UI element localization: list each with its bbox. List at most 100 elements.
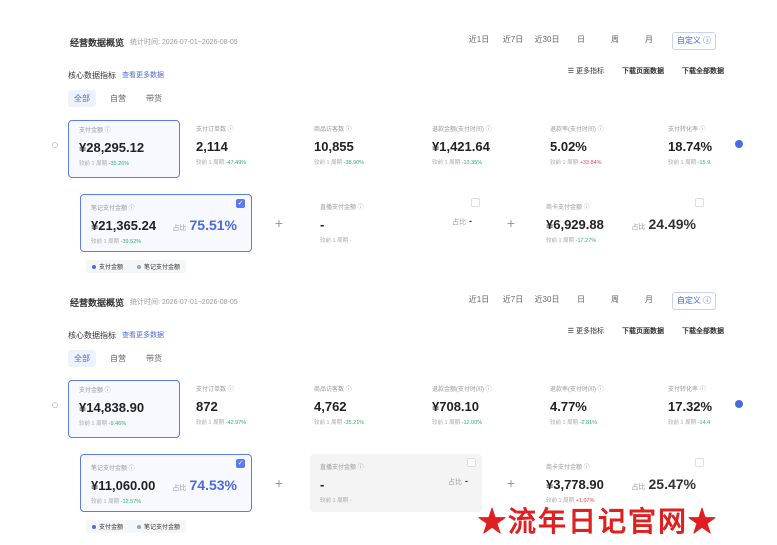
action-buttons: ☰ 更多指标 下载页面数据 下载全部数据 bbox=[568, 326, 724, 336]
core-metrics-header: 核心数据指标 查看更多数据 ☰ 更多指标 下载页面数据 下载全部数据 bbox=[68, 66, 738, 84]
more-data-link[interactable]: 查看更多数据 bbox=[122, 70, 164, 80]
metric-delta: +33.84% bbox=[579, 160, 602, 166]
sub-metric-label: 直播支付金额 ⓘ bbox=[320, 205, 364, 211]
sub-metric-card[interactable]: 商卡支付金额 ⓘ ¥6,929.88 较前 1 周期 -17.27% 占比 24… bbox=[536, 194, 710, 252]
metric-card[interactable]: 退款金额(支付时间) ⓘ ¥708.10 较前 1 周期 -12.00% bbox=[422, 380, 534, 438]
checkbox-empty-icon[interactable] bbox=[695, 198, 704, 207]
chart-legend: 支付金额 笔记支付金额 bbox=[86, 260, 187, 273]
metric-compare: 较前 1 周期 -2.81% bbox=[550, 420, 598, 426]
share-label: 占比 bbox=[631, 484, 646, 491]
metric-label: 退款金额(支付时间) ⓘ bbox=[432, 127, 492, 133]
metric-card[interactable]: 退款率(支付时间) ⓘ 5.02% 较前 1 周期 +33.84% bbox=[540, 120, 652, 178]
chart-legend: 支付金额 笔记支付金额 bbox=[86, 520, 187, 533]
metric-delta: -12.00% bbox=[461, 420, 483, 426]
channel-tabs: 全部 自营 带货 bbox=[68, 90, 168, 107]
metric-value: 17.32% bbox=[668, 399, 713, 414]
metric-card[interactable]: 支付转化率 ⓘ 18.74% 较前 1 周期 -15.9 bbox=[658, 120, 734, 178]
download-all-button[interactable]: 下载全部数据 bbox=[682, 326, 724, 336]
range-custom-button[interactable]: 自定义 ⓘ bbox=[672, 32, 716, 50]
metric-card[interactable]: 支付金额 ⓘ ¥14,838.90 较前 1 周期 -9.46% bbox=[68, 380, 180, 438]
sub-metric-card[interactable]: 笔记支付金额 ⓘ ¥21,365.24 较前 1 周期 -39.52% 占比 7… bbox=[80, 194, 252, 252]
scroll-left-icon[interactable] bbox=[52, 142, 58, 148]
range-week-button[interactable]: 周 bbox=[598, 292, 632, 310]
more-metrics-button[interactable]: ☰ 更多指标 bbox=[568, 326, 604, 336]
legend-item[interactable]: 笔记支付金额 bbox=[137, 262, 180, 271]
tab-all[interactable]: 全部 bbox=[68, 90, 96, 107]
range-7d-button[interactable]: 近7日 bbox=[496, 292, 530, 310]
metric-label: 支付转化率 ⓘ bbox=[668, 387, 706, 393]
sub-metric-card[interactable]: 笔记支付金额 ⓘ ¥11,060.00 较前 1 周期 -12.57% 占比 7… bbox=[80, 454, 252, 512]
metric-compare: 较前 1 周期 -38.90% bbox=[314, 160, 365, 166]
overview-panel-1: 经营数据概览 统计时间: 2026-07-01~2026-08-05 近1日 近… bbox=[52, 24, 743, 273]
range-30d-button[interactable]: 近30日 bbox=[530, 32, 564, 50]
range-day-button[interactable]: 日 bbox=[564, 32, 598, 50]
metric-card[interactable]: 商品访客数 ⓘ 10,855 较前 1 周期 -38.90% bbox=[304, 120, 416, 178]
more-metrics-button[interactable]: ☰ 更多指标 bbox=[568, 66, 604, 76]
overview-header: 经营数据概览 统计时间: 2026-07-01~2026-08-05 近1日 近… bbox=[70, 292, 738, 312]
range-month-button[interactable]: 月 bbox=[632, 32, 666, 50]
scroll-left-icon[interactable] bbox=[52, 402, 58, 408]
range-week-button[interactable]: 周 bbox=[598, 32, 632, 50]
metric-delta: -2.81% bbox=[579, 420, 598, 426]
legend-dot-icon bbox=[92, 264, 96, 269]
metric-delta: -13.35% bbox=[461, 160, 483, 166]
metric-value: ¥708.10 bbox=[432, 399, 479, 414]
metric-card[interactable]: 退款率(支付时间) ⓘ 4.77% 较前 1 周期 -2.81% bbox=[540, 380, 652, 438]
legend-dot-icon bbox=[137, 524, 142, 529]
checkbox-empty-icon[interactable] bbox=[467, 458, 476, 467]
page-title: 经营数据概览 bbox=[70, 37, 125, 48]
plus-icon: + bbox=[274, 475, 284, 491]
sub-metric-card[interactable]: 直播支付金额 ⓘ - 较前 1 周期 - 占比 - bbox=[310, 454, 482, 512]
metric-delta: -42.97% bbox=[225, 420, 247, 426]
scroll-right-icon[interactable] bbox=[735, 400, 743, 408]
tab-self[interactable]: 自营 bbox=[104, 350, 132, 367]
metric-card[interactable]: 退款金额(支付时间) ⓘ ¥1,421.64 较前 1 周期 -13.35% bbox=[422, 120, 534, 178]
metric-delta: -35.21% bbox=[343, 420, 365, 426]
tab-self[interactable]: 自营 bbox=[104, 90, 132, 107]
metric-card[interactable]: 商品访客数 ⓘ 4,762 较前 1 周期 -35.21% bbox=[304, 380, 416, 438]
metric-value: 18.74% bbox=[668, 139, 713, 154]
more-data-link[interactable]: 查看更多数据 bbox=[122, 330, 164, 340]
metric-card[interactable]: 支付订单数 ⓘ 872 较前 1 周期 -42.97% bbox=[186, 380, 298, 438]
download-page-button[interactable]: 下载页面数据 bbox=[622, 66, 664, 76]
legend-item[interactable]: 笔记支付金额 bbox=[137, 522, 180, 531]
metric-value: 2,114 bbox=[196, 139, 228, 154]
legend-dot-icon bbox=[92, 524, 96, 529]
range-7d-button[interactable]: 近7日 bbox=[496, 32, 530, 50]
sub-metric-card[interactable]: 直播支付金额 ⓘ - 较前 1 周期 - 占比 - bbox=[310, 194, 486, 252]
range-1d-button[interactable]: 近1日 bbox=[462, 32, 496, 50]
checkbox-empty-icon[interactable] bbox=[471, 198, 480, 207]
download-page-button[interactable]: 下载页面数据 bbox=[622, 326, 664, 336]
legend-item[interactable]: 支付金额 bbox=[92, 522, 123, 531]
checkbox-checked-icon[interactable]: ✓ bbox=[236, 199, 245, 208]
metric-compare: 较前 1 周期 -42.97% bbox=[196, 420, 247, 426]
checkbox-empty-icon[interactable] bbox=[695, 458, 704, 467]
metric-label: 退款率(支付时间) ⓘ bbox=[550, 387, 604, 393]
metric-card[interactable]: 支付转化率 ⓘ 17.32% 较前 1 周期 -14.4 bbox=[658, 380, 734, 438]
metric-card[interactable]: 支付订单数 ⓘ 2,114 较前 1 周期 -47.49% bbox=[186, 120, 298, 178]
share-value: 24.49% bbox=[648, 216, 696, 232]
metric-label: 支付金额 ⓘ bbox=[79, 388, 111, 394]
range-custom-button[interactable]: 自定义 ⓘ bbox=[672, 292, 716, 310]
range-1d-button[interactable]: 近1日 bbox=[462, 292, 496, 310]
share-label: 占比 bbox=[452, 219, 466, 226]
range-30d-button[interactable]: 近30日 bbox=[530, 292, 564, 310]
download-all-button[interactable]: 下载全部数据 bbox=[682, 66, 724, 76]
section-title: 核心数据指标 bbox=[68, 70, 116, 80]
share-label: 占比 bbox=[172, 485, 187, 492]
tab-all[interactable]: 全部 bbox=[68, 350, 96, 367]
metric-label: 支付订单数 ⓘ bbox=[196, 387, 234, 393]
tab-affiliate[interactable]: 带货 bbox=[140, 90, 168, 107]
metric-card[interactable]: 支付金额 ⓘ ¥28,295.12 较前 1 周期 -35.26% bbox=[68, 120, 180, 178]
range-day-button[interactable]: 日 bbox=[564, 292, 598, 310]
sub-metric-compare: 较前 1 周期 -39.52% bbox=[91, 239, 142, 245]
metric-value: ¥1,421.64 bbox=[432, 139, 490, 154]
metric-label: 退款金额(支付时间) ⓘ bbox=[432, 387, 492, 393]
metric-delta: -38.90% bbox=[343, 160, 365, 166]
legend-item[interactable]: 支付金额 bbox=[92, 262, 123, 271]
checkbox-checked-icon[interactable]: ✓ bbox=[236, 459, 245, 468]
range-month-button[interactable]: 月 bbox=[632, 292, 666, 310]
metric-value: 4.77% bbox=[550, 399, 587, 414]
tab-affiliate[interactable]: 带货 bbox=[140, 350, 168, 367]
scroll-right-icon[interactable] bbox=[735, 140, 743, 148]
